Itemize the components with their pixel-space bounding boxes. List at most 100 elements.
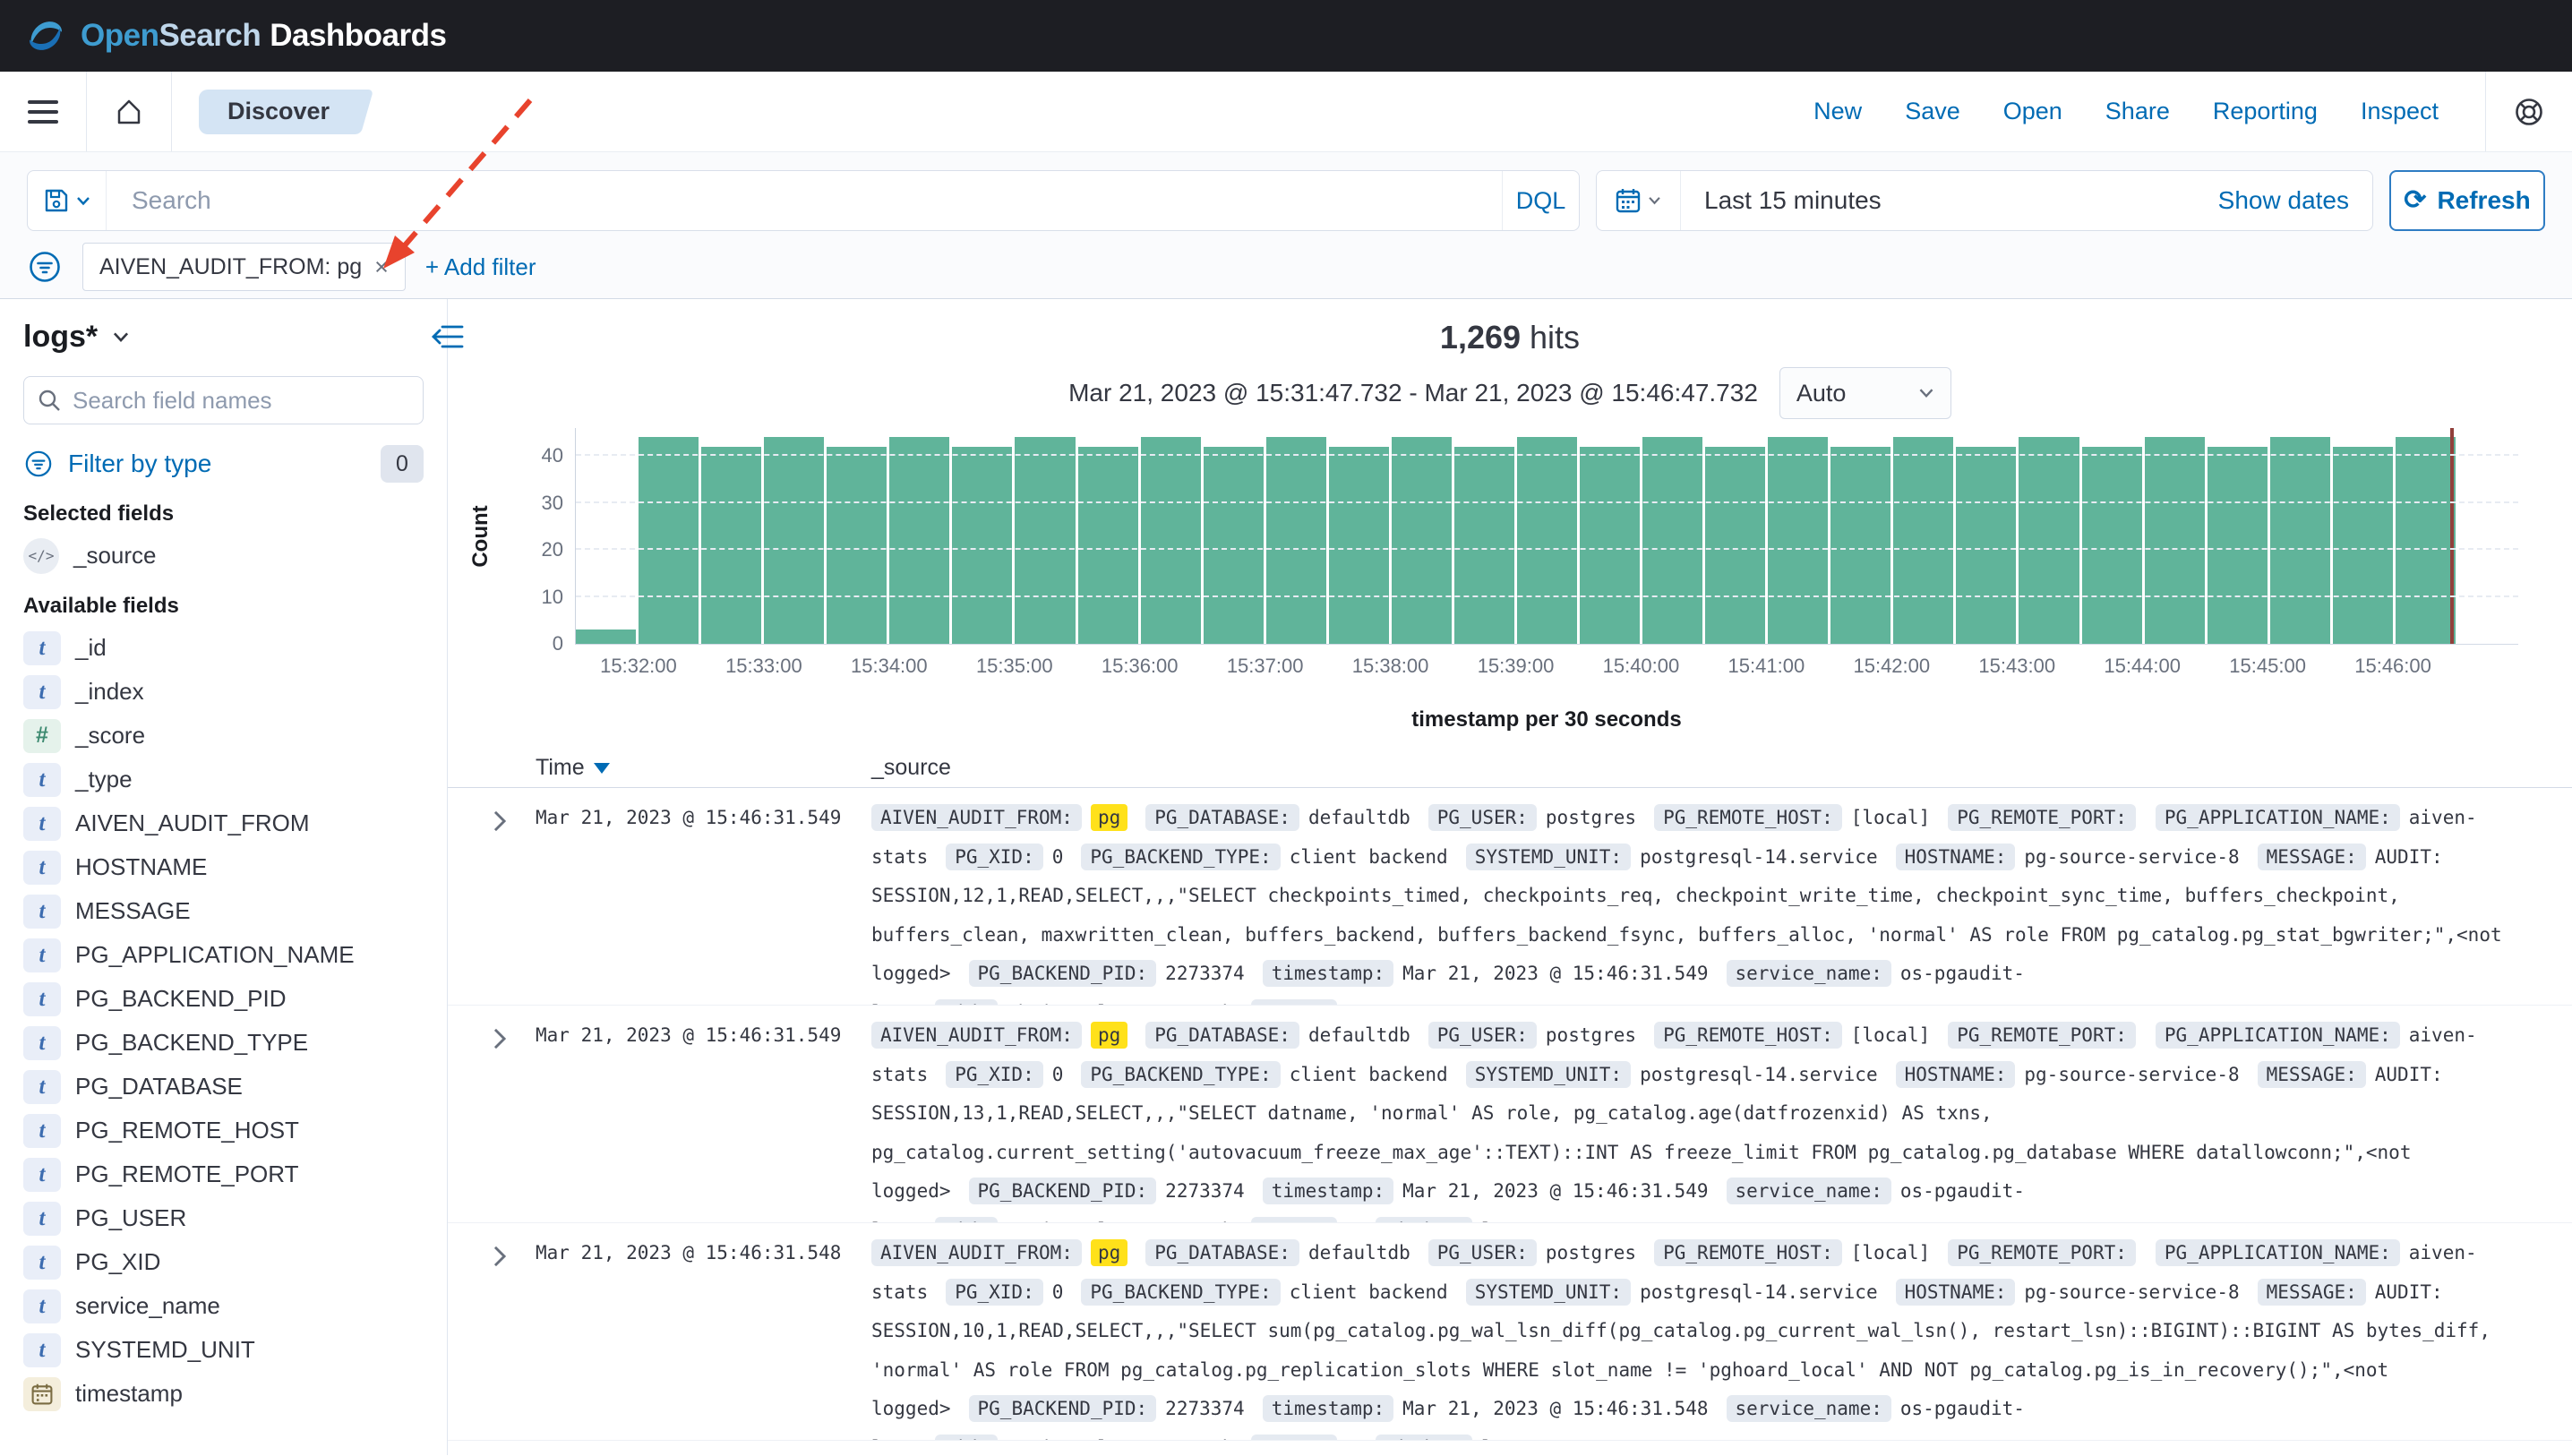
field-item-service_name[interactable]: tservice_name	[23, 1284, 424, 1328]
field-item-_source[interactable]: </>_source	[23, 534, 424, 578]
source-field-key: _index:	[1376, 1435, 1473, 1442]
field-name: _index	[75, 678, 144, 706]
field-item-PG_BACKEND_PID[interactable]: tPG_BACKEND_PID	[23, 977, 424, 1021]
gridline	[576, 548, 2518, 550]
histogram-bar[interactable]	[1580, 447, 1640, 644]
histogram-bar[interactable]	[2270, 437, 2330, 644]
help-icon[interactable]	[2513, 96, 2545, 128]
field-name: SYSTEMD_UNIT	[75, 1336, 255, 1364]
histogram-bar[interactable]	[1141, 437, 1201, 644]
field-item-AIVEN_AUDIT_FROM[interactable]: tAIVEN_AUDIT_FROM	[23, 801, 424, 845]
histogram-bar[interactable]	[1705, 447, 1765, 644]
saved-query-button[interactable]	[28, 171, 107, 230]
expand-row-button[interactable]	[448, 1016, 536, 1223]
collapse-sidebar-icon[interactable]	[428, 321, 466, 353]
source-field-value: Mar 21, 2023 @ 15:46:31.548	[1402, 1398, 1708, 1419]
histogram-bar[interactable]	[2145, 437, 2205, 644]
source-field-value: 0	[1052, 846, 1064, 868]
histogram-bar[interactable]	[1078, 447, 1138, 644]
table-row[interactable]: Mar 21, 2023 @ 15:46:31.549AIVEN_AUDIT_F…	[448, 788, 2572, 1006]
source-field-value: [local]	[1851, 1242, 1931, 1263]
field-item-PG_APPLICATION_NAME[interactable]: tPG_APPLICATION_NAME	[23, 933, 424, 977]
top-menu-inspect[interactable]: Inspect	[2361, 98, 2439, 125]
source-field-key: PG_REMOTE_PORT:	[1948, 804, 2136, 831]
histogram-bar[interactable]	[2082, 447, 2142, 644]
field-name: _id	[75, 634, 107, 662]
field-item-_type[interactable]: t_type	[23, 758, 424, 801]
add-filter-button[interactable]: + Add filter	[425, 253, 536, 281]
home-button[interactable]	[87, 98, 171, 126]
show-dates-button[interactable]: Show dates	[2218, 186, 2372, 215]
highlighted-value: pg	[1091, 1239, 1127, 1266]
top-menu-open[interactable]: Open	[2003, 98, 2062, 125]
histogram-bar[interactable]	[1329, 447, 1389, 644]
field-type-badge: t	[23, 675, 61, 709]
field-type-badge: t	[23, 1114, 61, 1148]
histogram-bar[interactable]	[764, 437, 824, 644]
table-row[interactable]: Mar 21, 2023 @ 15:46:31.549AIVEN_AUDIT_F…	[448, 1006, 2572, 1223]
field-type-badge: t	[23, 938, 61, 972]
breadcrumb-discover[interactable]: Discover	[199, 90, 369, 134]
interval-select[interactable]: Auto	[1779, 367, 1951, 419]
refresh-button[interactable]: ⟳ Refresh	[2389, 170, 2545, 231]
field-item-timestamp[interactable]: timestamp	[23, 1372, 424, 1416]
histogram-bar[interactable]	[639, 437, 699, 644]
time-range-value[interactable]: Last 15 minutes	[1681, 186, 1882, 215]
date-quick-select-button[interactable]	[1597, 171, 1681, 230]
histogram-bar[interactable]	[1015, 437, 1075, 644]
expand-row-button[interactable]	[448, 1234, 536, 1441]
top-menu-new[interactable]: New	[1813, 98, 1862, 125]
table-row[interactable]: Mar 21, 2023 @ 15:46:31.548AIVEN_AUDIT_F…	[448, 1223, 2572, 1441]
histogram-bar[interactable]	[1768, 437, 1828, 644]
top-menu-save[interactable]: Save	[1905, 98, 1960, 125]
selected-fields-heading: Selected fields	[23, 501, 424, 527]
histogram-bar[interactable]	[952, 447, 1012, 644]
expand-row-button[interactable]	[448, 799, 536, 1006]
filter-remove-icon[interactable]: ×	[374, 253, 389, 281]
field-item-_index[interactable]: t _index	[23, 670, 424, 714]
filter-list-icon[interactable]	[27, 249, 63, 285]
filter-pill[interactable]: AIVEN_AUDIT_FROM: pg ×	[82, 243, 406, 291]
field-item-PG_DATABASE[interactable]: tPG_DATABASE	[23, 1065, 424, 1109]
histogram-bar[interactable]	[576, 630, 636, 644]
top-menu-share[interactable]: Share	[2105, 98, 2170, 125]
histogram-bar[interactable]	[1266, 437, 1326, 644]
histogram-bar[interactable]	[1454, 447, 1514, 644]
chevron-down-icon	[1648, 196, 1661, 205]
histogram-bar[interactable]	[889, 437, 949, 644]
histogram-bar[interactable]	[1893, 437, 1953, 644]
histogram-bar[interactable]	[1517, 437, 1577, 644]
field-item-_score[interactable]: #_score	[23, 714, 424, 758]
histogram-bar[interactable]	[2208, 447, 2268, 644]
histogram-bar[interactable]	[701, 447, 761, 644]
histogram-bar[interactable]	[2396, 437, 2456, 644]
histogram-bar[interactable]	[1642, 437, 1702, 644]
time-column-header[interactable]: Time	[536, 755, 871, 781]
histogram-bar[interactable]	[827, 447, 887, 644]
field-item-SYSTEMD_UNIT[interactable]: tSYSTEMD_UNIT	[23, 1328, 424, 1372]
histogram-bar[interactable]	[2019, 437, 2079, 644]
field-search-input[interactable]	[73, 387, 410, 415]
query-language-button[interactable]: DQL	[1502, 171, 1579, 230]
field-item-PG_REMOTE_HOST[interactable]: tPG_REMOTE_HOST	[23, 1109, 424, 1152]
field-item-MESSAGE[interactable]: tMESSAGE	[23, 889, 424, 933]
search-input[interactable]	[107, 171, 1502, 230]
source-field-key: MESSAGE:	[2258, 844, 2366, 870]
histogram-bar[interactable]	[1830, 447, 1890, 644]
histogram-bar[interactable]	[2333, 447, 2393, 644]
field-item-PG_REMOTE_PORT[interactable]: tPG_REMOTE_PORT	[23, 1152, 424, 1196]
histogram-bar[interactable]	[1204, 447, 1264, 644]
current-time-marker	[2450, 428, 2454, 644]
histogram-bar[interactable]	[1956, 447, 2016, 644]
hamburger-menu-button[interactable]	[0, 99, 86, 124]
field-item-_id[interactable]: t_id	[23, 626, 424, 670]
field-item-PG_BACKEND_TYPE[interactable]: tPG_BACKEND_TYPE	[23, 1021, 424, 1065]
histogram-chart[interactable]: Count 15:32:0015:33:0015:34:0015:35:0015…	[575, 428, 2518, 645]
field-item-HOSTNAME[interactable]: tHOSTNAME	[23, 845, 424, 889]
field-item-PG_XID[interactable]: tPG_XID	[23, 1240, 424, 1284]
top-menu-reporting[interactable]: Reporting	[2213, 98, 2318, 125]
histogram-bar[interactable]	[1392, 437, 1452, 644]
filter-by-type-button[interactable]: Filter by type 0	[23, 442, 424, 485]
index-pattern-selector[interactable]: logs*	[23, 317, 424, 356]
field-item-PG_USER[interactable]: tPG_USER	[23, 1196, 424, 1240]
